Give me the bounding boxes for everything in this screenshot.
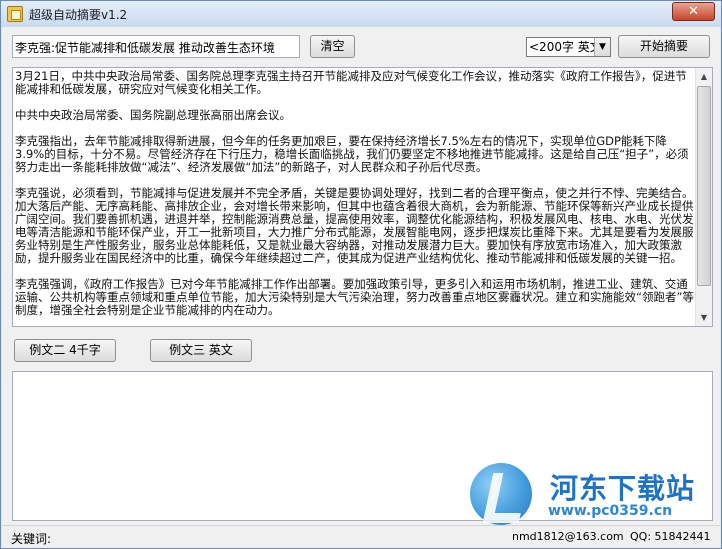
title-bar[interactable]: 超级自动摘要v1.2 ✕ [1,1,721,27]
watermark-logo-icon [470,463,532,525]
article-text[interactable]: 3月21日，中共中央政治局常委、国务院总理李克强主持召开节能减排及应对气候变化工… [15,70,695,324]
client-area: 李克强:促节能减排和低碳发展 推动改善生态环境 清空 <200字 英文 ▼ 开始… [2,27,720,548]
article-scrollbar[interactable]: ▲ ▼ [695,68,712,326]
length-select[interactable]: <200字 英文 ▼ [526,37,611,57]
watermark: 河东下载站 www.pc0359.cn [468,459,718,529]
contact-qq: QQ: 51842441 [630,530,711,543]
chevron-down-icon[interactable]: ▼ [594,38,610,56]
article-paragraph: 中共中央政治局常委、国务院副总理张高丽出席会议。 [15,108,291,122]
article-paragraph: 3月21日，中共中央政治局常委、国务院总理李克强主持召开节能减排及应对气候变化工… [15,70,687,96]
scroll-up-arrow-icon[interactable]: ▲ [696,68,712,85]
close-button[interactable]: ✕ [672,2,715,21]
app-icon [7,6,23,22]
article-paragraph: 李克强强调，《政府工作报告》已对今年节能减排工作作出部署。要加强政策引导，更多引… [15,277,694,317]
watermark-site-name: 河东下载站 [550,472,696,505]
clear-button[interactable]: 清空 [310,35,355,58]
length-select-value: <200字 英文 [529,40,602,54]
start-summary-button[interactable]: 开始摘要 [618,35,710,58]
example-two-button[interactable]: 例文二 4千字 [14,339,116,362]
scrollbar-thumb[interactable] [697,86,711,286]
contact-email: nmd1812@163.com [512,530,624,543]
app-window: 超级自动摘要v1.2 ✕ 李克强:促节能减排和低碳发展 推动改善生态环境 清空 … [0,0,722,549]
keywords-label: 关键词: [11,532,52,546]
example-three-button[interactable]: 例文三 英文 [150,339,252,362]
scroll-down-arrow-icon[interactable]: ▼ [696,309,712,326]
status-bar: 关键词: nmd1812@163.com QQ: 51842441 [2,525,720,548]
window-title: 超级自动摘要v1.2 [29,8,128,22]
article-paragraph: 李克强指出，去年节能减排取得新进展，但今年的任务更加艰巨，要在保持经济增长7.5… [15,134,689,174]
article-paragraph: 李克强说，必须看到，节能减排与促进发展并不完全矛盾，关键是要协调处理好，找到二者… [15,186,694,265]
watermark-url: www.pc0359.cn [548,503,673,519]
article-textarea[interactable]: 3月21日，中共中央政治局常委、国务院总理李克强主持召开节能减排及应对气候变化工… [12,67,713,327]
topic-input[interactable]: 李克强:促节能减排和低碳发展 推动改善生态环境 [12,35,300,58]
